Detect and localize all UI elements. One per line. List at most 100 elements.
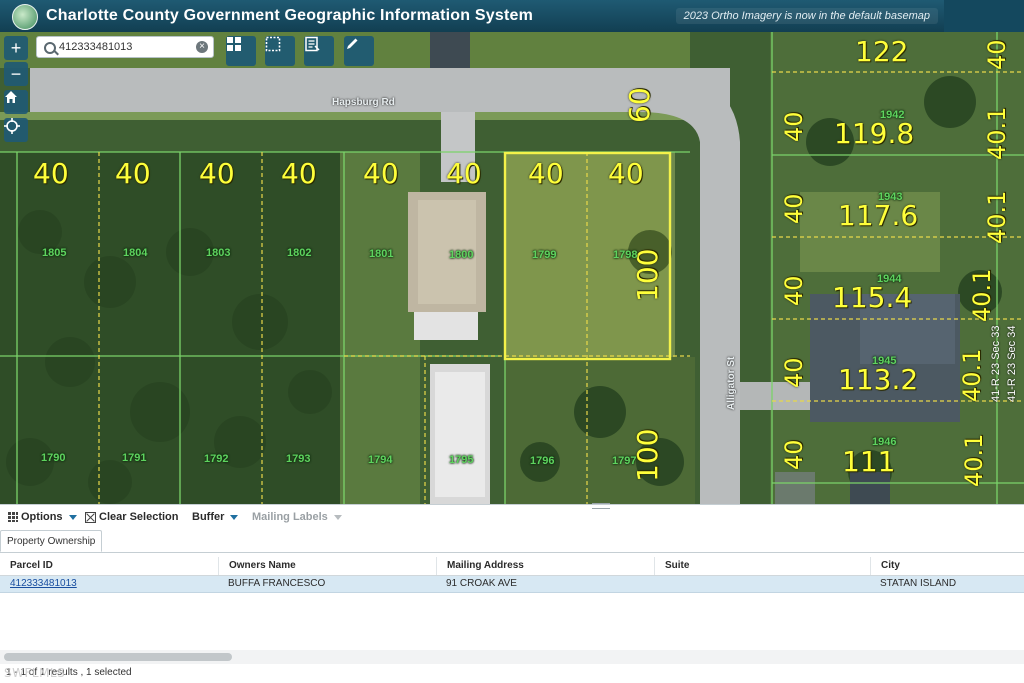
options-label: Options: [21, 511, 63, 523]
owner-cell: BUFFA FRANCESCO: [228, 578, 326, 589]
road-label-alligator: Alligator St: [726, 356, 737, 410]
lot-number: 1794: [368, 454, 393, 466]
lot-number: 1803: [206, 247, 231, 259]
address-cell: 91 CROAK AVE: [446, 578, 517, 589]
chevron-down-icon: [333, 514, 342, 520]
results-tab-strip: Property Ownership: [0, 528, 1024, 553]
dim-label-depth: 119.8: [834, 117, 915, 150]
lot-number: 1791: [122, 452, 147, 464]
zoom-out-button[interactable]: −: [4, 62, 28, 86]
lot-number: 1801: [369, 248, 394, 260]
header-right-area: [944, 0, 1024, 32]
dim-label: 40: [33, 157, 69, 190]
dim-label: 40: [199, 157, 235, 190]
app-header: Charlotte County Government Geographic I…: [0, 0, 1024, 32]
home-icon: [5, 91, 17, 103]
dim-label-depth: 122: [855, 35, 909, 68]
lot-number: 1793: [286, 453, 311, 465]
dim-label: 40.1: [958, 348, 986, 402]
lot-number: 1798: [613, 249, 638, 261]
parcel-search-box[interactable]: ×: [36, 36, 214, 58]
dim-label-depth: 111: [842, 445, 896, 478]
lot-number: 1805: [42, 247, 67, 259]
county-seal-icon[interactable]: [12, 4, 38, 30]
dim-label-depth: 100: [631, 428, 664, 482]
dim-label: 40: [983, 39, 1011, 70]
column-header[interactable]: City: [870, 557, 1024, 575]
lot-number: 1804: [123, 247, 148, 259]
locate-button[interactable]: [4, 118, 28, 142]
map-imagery: [0, 32, 1024, 504]
imagery-notice: 2023 Ortho Imagery is now in the default…: [675, 8, 938, 24]
dim-label: 40: [363, 157, 399, 190]
map-view[interactable]: Hapsburg Rd Alligator St 40 40 40 40 40 …: [0, 32, 1024, 504]
mailing-labels-menu[interactable]: Mailing Labels: [252, 511, 342, 523]
column-header[interactable]: Parcel ID: [0, 557, 218, 575]
crosshair-icon: [4, 118, 20, 134]
dim-label-road-width: 60: [623, 87, 656, 123]
parcel-id-cell: 412333481013: [0, 576, 218, 592]
measure-pencil-icon: [347, 38, 358, 49]
table-row[interactable]: 412333481013 BUFFA FRANCESCO 91 CROAK AV…: [0, 576, 1024, 593]
select-rectangle-icon: [265, 36, 281, 52]
report-button[interactable]: [304, 36, 334, 66]
search-input[interactable]: [59, 39, 189, 55]
grid-icon: [8, 512, 18, 522]
buffer-label: Buffer: [192, 511, 225, 523]
lot-number: 1943: [878, 191, 903, 203]
dim-label: 40.1: [983, 190, 1011, 244]
dim-label: 40: [281, 157, 317, 190]
dim-label: 40: [115, 157, 151, 190]
column-header[interactable]: Mailing Address: [436, 557, 654, 575]
clear-selection-icon: [85, 511, 96, 523]
table-header: Parcel ID Owners Name Mailing Address Su…: [0, 557, 1024, 576]
clear-selection-button[interactable]: Clear Selection: [85, 511, 178, 523]
watermark: SWFLMLS: [4, 666, 66, 680]
column-header[interactable]: Suite: [654, 557, 872, 575]
home-button[interactable]: [4, 90, 28, 114]
horizontal-scrollbar[interactable]: [0, 650, 1024, 664]
basemap-gallery-button[interactable]: [226, 36, 256, 66]
mailing-labels-label: Mailing Labels: [252, 511, 328, 523]
lot-number: 1800: [449, 249, 474, 261]
lot-number: 1790: [41, 452, 66, 464]
tab-property-ownership[interactable]: Property Ownership: [0, 530, 103, 552]
lot-number: 1802: [287, 247, 312, 259]
results-toolbar: Options Clear Selection Buffer Mailing L…: [0, 507, 1024, 527]
measure-button[interactable]: [344, 36, 374, 66]
dim-label: 40: [780, 193, 808, 224]
suite-cell: [654, 576, 872, 592]
section-label: 41-R 23 Sec 34: [1006, 325, 1018, 402]
dim-label: 40: [608, 157, 644, 190]
options-menu[interactable]: Options: [8, 511, 77, 523]
lot-number: 1946: [872, 436, 897, 448]
section-label: 41-R 23 Sec 33: [990, 325, 1002, 402]
lot-number: 1944: [877, 273, 902, 285]
app-title: Charlotte County Government Geographic I…: [46, 7, 534, 24]
dim-label: 40.1: [960, 433, 988, 487]
clear-search-icon[interactable]: ×: [196, 41, 208, 53]
scrollbar-thumb[interactable]: [4, 653, 232, 661]
dim-label-depth: 100: [631, 248, 664, 302]
lot-number: 1795: [449, 454, 474, 466]
lot-number: 1945: [872, 355, 897, 367]
dim-label: 40: [528, 157, 564, 190]
lot-number: 1792: [204, 453, 229, 465]
city-cell: STATAN ISLAND: [880, 578, 957, 589]
buffer-menu[interactable]: Buffer: [192, 511, 239, 523]
report-icon: [305, 36, 320, 52]
dim-label: 40: [780, 357, 808, 388]
select-rectangle-button[interactable]: [265, 36, 295, 66]
basemap-gallery-icon: [227, 37, 241, 51]
zoom-in-button[interactable]: +: [4, 36, 28, 60]
lot-number: 1942: [880, 109, 905, 121]
chevron-down-icon: [68, 514, 77, 520]
road-label-hapsburg: Hapsburg Rd: [332, 97, 395, 108]
column-header[interactable]: Owners Name: [218, 557, 436, 575]
parcel-id-link[interactable]: 412333481013: [10, 578, 77, 589]
dim-label: 40.1: [968, 268, 996, 322]
lot-number: 1799: [532, 249, 557, 261]
dim-label: 40: [780, 111, 808, 142]
chevron-down-icon: [230, 514, 239, 520]
dim-label: 40.1: [983, 106, 1011, 160]
